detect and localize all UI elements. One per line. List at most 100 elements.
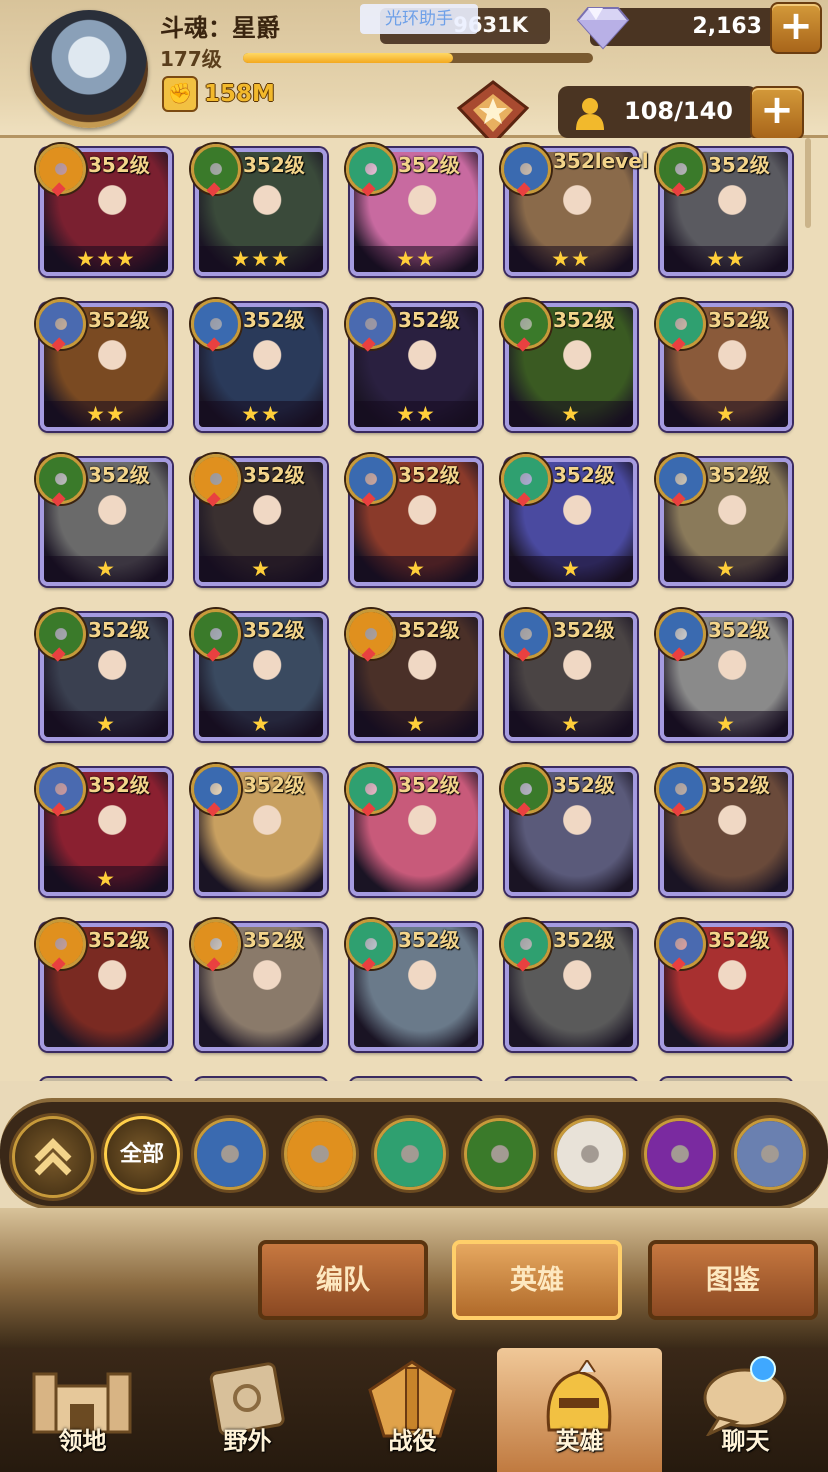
hero-card[interactable]: ★ 352级: [36, 760, 172, 896]
filter-celestial-button[interactable]: [554, 1118, 626, 1190]
tab-collection[interactable]: 图鉴: [648, 1240, 818, 1320]
hero-card-partial[interactable]: [191, 1070, 327, 1081]
add-gems-button[interactable]: +: [770, 2, 822, 54]
hero-card-partial[interactable]: [656, 1070, 792, 1081]
hero-grid[interactable]: ★★★ 352级 ★★★ 352级 ★★ 352级 ★★ 352level ★★ 352级 ★★ 35…: [0, 138, 828, 1081]
hero-card[interactable]: ★ 352级: [191, 605, 327, 741]
hero-level: 352级: [398, 308, 460, 332]
hero-level: 352级: [88, 308, 150, 332]
hero-card[interactable]: ★★ 352级: [36, 295, 172, 431]
hero-card[interactable]: ★★★ 352级: [191, 140, 327, 276]
hero-card[interactable]: ★ 352级: [191, 450, 327, 586]
hero-level: 352级: [88, 618, 150, 642]
hero-card[interactable]: ★★ 352级: [191, 295, 327, 431]
hero-card[interactable]: ★ 352级: [501, 295, 637, 431]
hero-card[interactable]: 352级: [346, 760, 482, 896]
hero-card[interactable]: ★ 352级: [501, 605, 637, 741]
hero-level: 352级: [243, 153, 305, 177]
hero-card[interactable]: ★ 352级: [501, 450, 637, 586]
collapse-filter-button[interactable]: [12, 1116, 94, 1198]
hero-level: 352级: [398, 463, 460, 487]
nav-territory[interactable]: 领地: [0, 1348, 165, 1472]
hero-level: 352level: [553, 149, 649, 173]
gem-value: 2,163: [692, 14, 762, 39]
nav-field[interactable]: 野外: [165, 1348, 330, 1472]
hero-level: 352级: [708, 618, 770, 642]
nav-heroes[interactable]: 英雄: [497, 1348, 662, 1472]
hero-card[interactable]: ★★ 352级: [346, 295, 482, 431]
roster-count: 108/140: [624, 97, 733, 125]
top-bar: 斗魂：星爵 177级 ✊ 158M 9631K 光环助手 2,163 + 108…: [0, 0, 828, 147]
star-rating: ★: [509, 556, 633, 582]
hero-card[interactable]: 352级: [191, 760, 327, 896]
star-rating: ★: [354, 711, 478, 737]
hero-card[interactable]: ★★ 352级: [346, 140, 482, 276]
hero-frame: [505, 1078, 637, 1081]
player-name: 斗魂：星爵: [160, 14, 280, 42]
hero-card[interactable]: ★★★ 352级: [36, 140, 172, 276]
player-avatar[interactable]: [30, 10, 148, 128]
hero-level: 352级: [243, 773, 305, 797]
filter-all-button[interactable]: 全部: [104, 1116, 180, 1192]
hero-card[interactable]: 352级: [501, 915, 637, 1051]
hero-level: 352级: [243, 463, 305, 487]
hero-card-partial[interactable]: [346, 1070, 482, 1081]
hero-card-partial[interactable]: [36, 1070, 172, 1081]
hero-card[interactable]: ★ 352级: [36, 605, 172, 741]
hero-card[interactable]: ★ 352级: [656, 450, 792, 586]
hero-card-partial[interactable]: [501, 1070, 637, 1081]
nav-chat[interactable]: 聊天: [663, 1348, 828, 1472]
star-rating: ★: [509, 401, 633, 427]
filter-gold-button[interactable]: [284, 1118, 356, 1190]
hero-level: 352级: [708, 463, 770, 487]
fist-icon: ✊: [162, 76, 198, 112]
power-value: 158M: [204, 81, 275, 107]
star-rating: ★★: [44, 401, 168, 427]
overlay-helper-tag[interactable]: 光环助手: [360, 4, 478, 34]
hero-level: 352级: [398, 618, 460, 642]
roster-counter: 108/140: [558, 86, 758, 138]
filter-eye-button[interactable]: [464, 1118, 536, 1190]
hero-card[interactable]: 352级: [501, 760, 637, 896]
hero-card[interactable]: ★ 352级: [346, 450, 482, 586]
player-level: 177级: [160, 47, 222, 71]
filter-dimensional-button[interactable]: [734, 1118, 806, 1190]
hero-card[interactable]: 352级: [36, 915, 172, 1051]
person-icon: [576, 98, 604, 130]
nav-chat-label: 聊天: [721, 1427, 770, 1455]
nav-territory-label: 领地: [58, 1427, 107, 1455]
filter-star-button[interactable]: [194, 1118, 266, 1190]
tab-hero[interactable]: 英雄: [452, 1240, 622, 1320]
hero-card[interactable]: ★ 352级: [656, 295, 792, 431]
hero-card[interactable]: 352级: [191, 915, 327, 1051]
hero-level: 352级: [398, 928, 460, 952]
filter-hypogean-button[interactable]: [644, 1118, 716, 1190]
hero-card[interactable]: ★ 352级: [36, 450, 172, 586]
hero-card[interactable]: ★ 352级: [346, 605, 482, 741]
hero-level: 352级: [88, 928, 150, 952]
star-rating: ★: [664, 401, 788, 427]
star-rating: ★: [44, 556, 168, 582]
expand-roster-button[interactable]: +: [750, 86, 804, 140]
power-display: ✊ 158M: [162, 76, 275, 112]
grid-scrollbar[interactable]: [805, 138, 811, 228]
star-rating: ★: [199, 711, 323, 737]
hero-level: 352级: [708, 928, 770, 952]
hero-frame: [660, 1078, 792, 1081]
star-rating: ★★: [509, 246, 633, 272]
hero-card[interactable]: 352级: [346, 915, 482, 1051]
hero-frame: [350, 1078, 482, 1081]
hero-card[interactable]: ★★ 352级: [656, 140, 792, 276]
nav-campaign[interactable]: 战役: [330, 1348, 495, 1472]
nav-field-label: 野外: [223, 1427, 272, 1455]
hero-level: 352级: [553, 308, 615, 332]
hero-level: 352级: [553, 773, 615, 797]
hero-card[interactable]: ★★ 352level: [501, 140, 649, 276]
hero-card[interactable]: 352级: [656, 760, 792, 896]
hero-card[interactable]: ★ 352级: [656, 605, 792, 741]
hero-level: 352级: [243, 618, 305, 642]
filter-leaf-button[interactable]: [374, 1118, 446, 1190]
tab-team[interactable]: 编队: [258, 1240, 428, 1320]
hero-card[interactable]: 352级: [656, 915, 792, 1051]
faction-filter-bar: 全部: [0, 1098, 828, 1210]
